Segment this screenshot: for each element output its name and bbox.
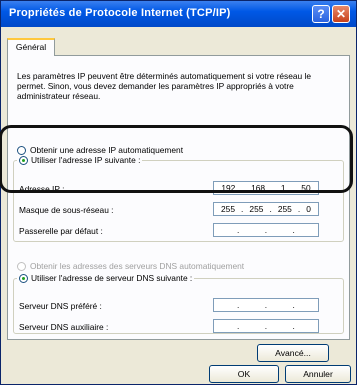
help-icon: ? <box>317 7 325 21</box>
advanced-button[interactable]: Avancé... <box>257 344 329 362</box>
title-bar[interactable]: Propriétés de Protocole Internet (TCP/IP… <box>1 1 356 27</box>
dns-auto-label[interactable]: Obtenir les adresses des serveurs DNS au… <box>30 261 244 271</box>
gateway-field[interactable]: . . . <box>213 223 319 237</box>
description-text: Les paramètres IP peuvent être déterminé… <box>17 71 312 101</box>
subnet-mask-octet: 255 <box>277 204 292 214</box>
dns-manual-legend: Utiliser l'adresse de serveur DNS suivan… <box>17 273 195 283</box>
subnet-mask-octet: 255 <box>221 204 235 214</box>
close-icon: ✕ <box>335 7 347 21</box>
preferred-dns-field[interactable]: . . . <box>213 298 319 312</box>
dns-manual-radio[interactable] <box>19 273 28 283</box>
dns-auto-radio[interactable] <box>17 262 26 271</box>
alternate-dns-label: Serveur DNS auxiliaire : <box>19 322 109 332</box>
dialog-window: Propriétés de Protocole Internet (TCP/IP… <box>0 0 357 385</box>
dns-manual-label[interactable]: Utiliser l'adresse de serveur DNS suivan… <box>31 273 192 283</box>
subnet-mask-octet: 255 <box>249 204 264 214</box>
ok-button[interactable]: OK <box>209 365 279 383</box>
gateway-label: Passerelle par défaut : <box>19 226 103 236</box>
close-button[interactable]: ✕ <box>332 5 350 23</box>
preferred-dns-label: Serveur DNS préféré : <box>19 301 102 311</box>
alternate-dns-field[interactable]: . . . <box>213 319 319 333</box>
cancel-button[interactable]: Annuler <box>285 365 351 383</box>
help-button[interactable]: ? <box>312 5 330 23</box>
tab-general[interactable]: Général <box>7 38 55 56</box>
window-title: Propriétés de Protocole Internet (TCP/IP… <box>9 7 231 19</box>
subnet-mask-octet: 0 <box>306 204 311 214</box>
subnet-mask-label: Masque de sous-réseau : <box>19 205 114 215</box>
subnet-mask-field[interactable]: 255. 255. 255. 0 <box>213 202 319 216</box>
highlight-annotation <box>0 125 353 193</box>
